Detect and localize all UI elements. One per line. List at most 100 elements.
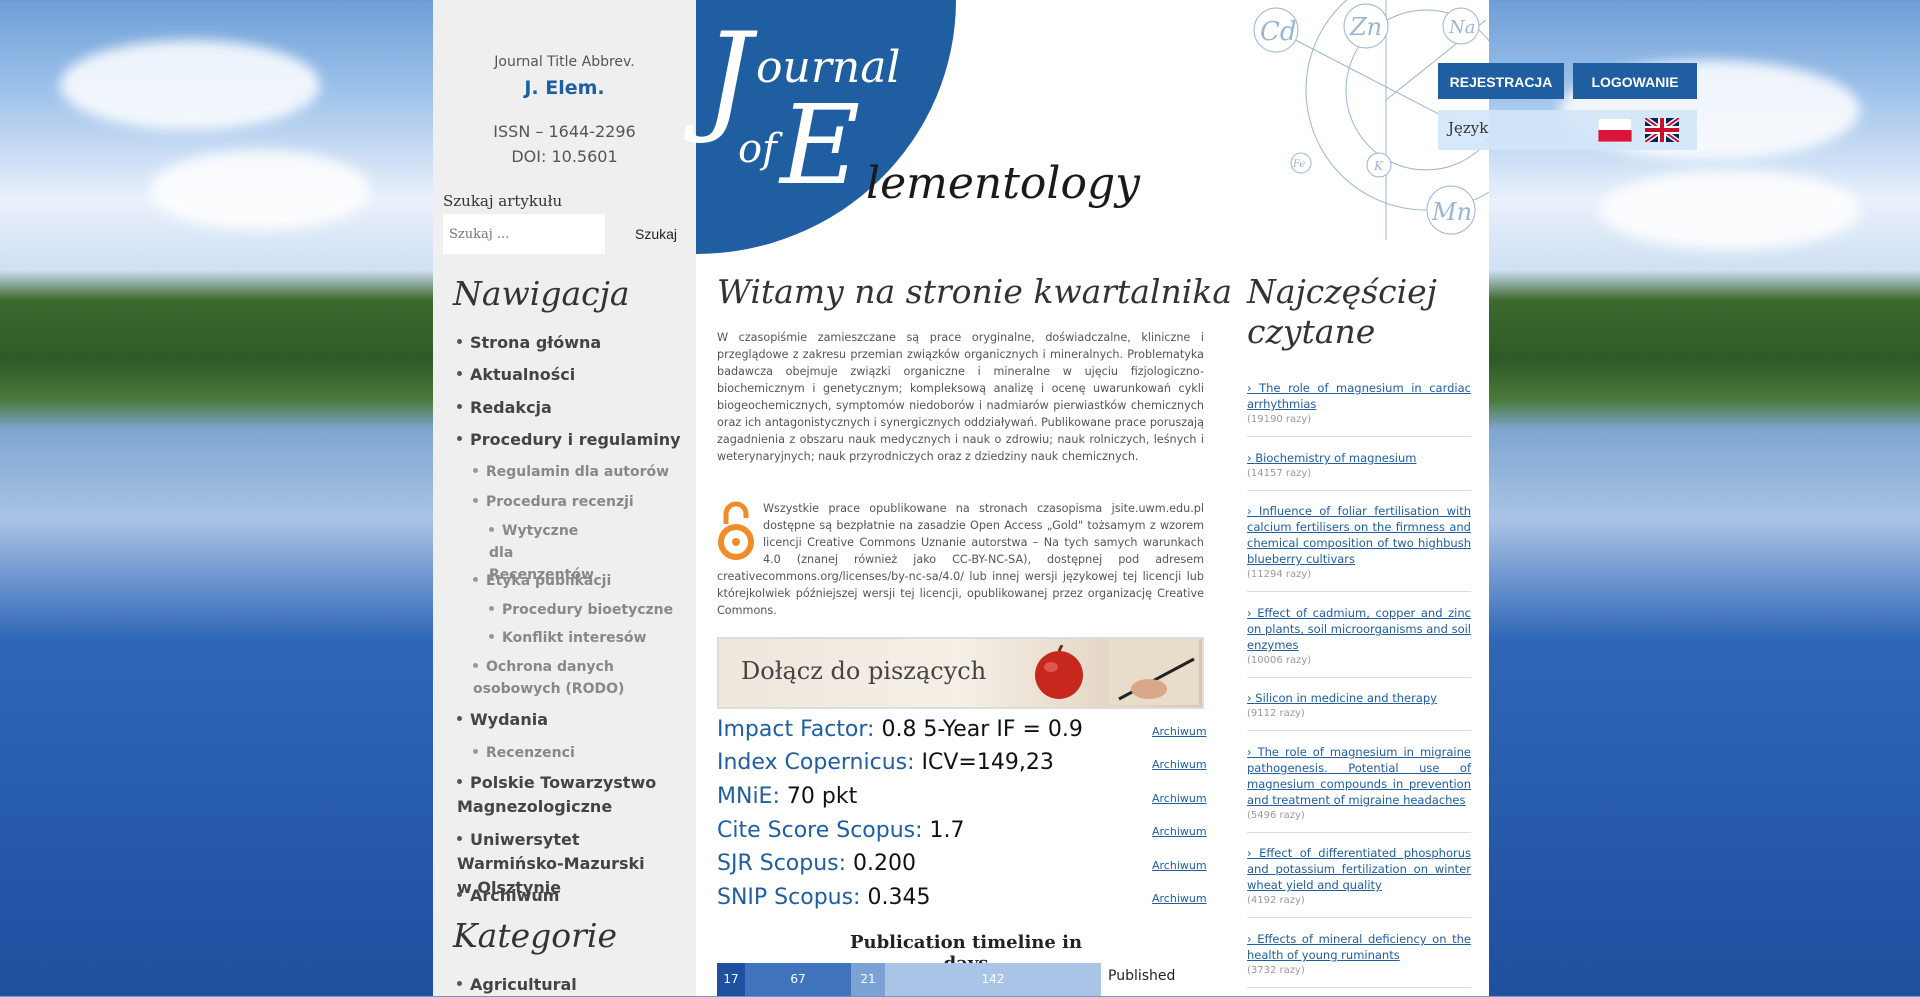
archive-link-cite-score[interactable]: Archiwum <box>1152 825 1207 838</box>
metric-value: 0.8 5-Year IF = 0.9 <box>881 717 1083 742</box>
element-label-k: K <box>1373 159 1384 173</box>
journal-abbrev-value: J. Elem. <box>524 77 605 99</box>
nav-item-archive[interactable]: Archiwum <box>457 884 559 908</box>
popular-item-count: (3732 razy) <box>1247 965 1305 976</box>
archive-link-mnie[interactable]: Archiwum <box>1152 792 1207 805</box>
element-label-mn: Mn <box>1431 198 1472 226</box>
archive-link-impact-factor[interactable]: Archiwum <box>1152 725 1207 738</box>
metric-index-copernicus: Index Copernicus: ICV=149,23 <box>717 749 1054 777</box>
open-access-icon <box>718 501 754 560</box>
nav-item-gdpr[interactable]: Ochrona danych osobowych (RODO) <box>473 656 643 700</box>
metric-label: Index Copernicus: <box>717 750 915 775</box>
nav-item-magnesium-society[interactable]: Polskie Towarzystwo Magnezologiczne <box>457 771 657 819</box>
search-input[interactable] <box>443 214 605 254</box>
popular-item: › The role of magnesium in migraine path… <box>1247 744 1471 833</box>
bullet-icon <box>457 779 462 784</box>
archive-link-index-copernicus[interactable]: Archiwum <box>1152 758 1207 771</box>
background-cloud <box>60 40 320 130</box>
metric-value: 0.200 <box>853 851 917 876</box>
nav-item-review-procedure[interactable]: Procedura recenzji <box>473 490 634 514</box>
logo-letter-e: E <box>780 81 861 209</box>
popular-item: › Silicon in medicine and therapy (9112 … <box>1247 690 1471 731</box>
logo-word-of: of <box>738 126 777 172</box>
popular-item-count: (14157 razy) <box>1247 468 1312 479</box>
language-bar: Język <box>1438 110 1697 150</box>
nav-item-author-rules[interactable]: Regulamin dla autorów <box>473 460 669 484</box>
popular-item-count: (5496 razy) <box>1247 810 1305 821</box>
register-button[interactable]: REJESTRACJA <box>1438 63 1564 99</box>
nav-item-issues[interactable]: Wydania <box>457 708 548 732</box>
popular-item: › Effect of differentiated phosphorus an… <box>1247 845 1471 918</box>
metric-value: 1.7 <box>929 818 965 843</box>
metric-value: 0.345 <box>867 885 931 910</box>
bullet-icon <box>457 892 462 897</box>
language-label: Język <box>1448 119 1489 137</box>
polish-flag-icon[interactable] <box>1598 118 1632 142</box>
bullet-icon <box>473 467 478 473</box>
popular-item-count: (9112 razy) <box>1247 708 1305 719</box>
open-access-paragraph: Wszystkie prace opublikowane na stronach… <box>717 502 1204 617</box>
bullet-icon <box>457 404 462 409</box>
bullet-icon <box>473 497 478 503</box>
metric-value: 70 pkt <box>786 784 858 809</box>
metric-impact-factor: Impact Factor: 0.8 5-Year IF = 0.9 <box>717 716 1083 744</box>
popular-item-link[interactable]: › Silicon in medicine and therapy <box>1247 690 1471 706</box>
background-cloud <box>1600 170 1860 250</box>
navigation-heading: Nawigacja <box>453 274 630 313</box>
nav-item-reviewers[interactable]: Recenzenci <box>473 741 575 765</box>
popular-item-count: (19190 razy) <box>1247 414 1312 425</box>
popular-item-link[interactable]: › Effect of differentiated phosphorus an… <box>1247 845 1471 893</box>
pen-icon <box>1109 639 1199 705</box>
main-content: J ournal of E lementology Cd Zn Na Fe K … <box>696 0 1697 996</box>
bullet-icon <box>457 371 462 376</box>
nav-item-editorial[interactable]: Redakcja <box>457 396 552 420</box>
metric-mnie: MNiE: 70 pkt <box>717 783 857 811</box>
popular-item-link[interactable]: › Biochemistry of magnesium <box>1247 450 1471 466</box>
popular-item-count: (4192 razy) <box>1247 895 1305 906</box>
open-access-text: Wszystkie prace opublikowane na stronach… <box>717 500 1204 619</box>
logo-word-lementology: lementology <box>866 158 1140 209</box>
logo-letter-j: J <box>704 8 753 147</box>
popular-item: › Effect of cadmium, copper and zinc on … <box>1247 605 1471 678</box>
bullet-icon <box>489 605 494 611</box>
search-label: Szukaj artykułu <box>443 192 563 210</box>
nav-item-publication-ethics[interactable]: Etyka publikacji <box>473 569 611 593</box>
bullet-icon <box>457 339 462 344</box>
metric-sjr: SJR Scopus: 0.200 <box>717 850 916 878</box>
bullet-icon <box>457 436 462 441</box>
timeline-segment: 67 <box>745 963 851 996</box>
category-item-agricultural[interactable]: Agricultural <box>457 973 577 997</box>
element-label-na: Na <box>1448 17 1475 38</box>
archive-link-sjr[interactable]: Archiwum <box>1152 859 1207 872</box>
popular-item: › Biochemistry of magnesium (14157 razy) <box>1247 450 1471 491</box>
nav-item-bioethics[interactable]: Procedury bioetyczne <box>489 598 673 622</box>
login-button[interactable]: LOGOWANIE <box>1573 63 1697 99</box>
popular-heading: Najczęściej czytane <box>1247 272 1437 351</box>
bullet-icon <box>489 633 494 639</box>
nav-item-conflict-of-interest[interactable]: Konflikt interesów <box>489 626 646 650</box>
popular-item-link[interactable]: › Influence of foliar fertilisation with… <box>1247 503 1471 567</box>
join-authors-banner[interactable]: Dołącz do piszących <box>717 637 1204 709</box>
popular-item-link[interactable]: › The role of magnesium in migraine path… <box>1247 744 1471 808</box>
bullet-icon <box>473 662 478 668</box>
intro-text: W czasopiśmie zamieszczane są prace oryg… <box>717 331 1204 463</box>
uk-flag-icon[interactable] <box>1645 118 1679 142</box>
nav-item-procedures[interactable]: Procedury i regulaminy <box>457 428 681 452</box>
popular-item: › The role of magnesium in cardiac arrhy… <box>1247 380 1471 437</box>
popular-item-count: (10006 razy) <box>1247 655 1312 666</box>
bullet-icon <box>473 576 478 582</box>
nav-item-news[interactable]: Aktualności <box>457 363 575 387</box>
nav-item-home[interactable]: Strona główna <box>457 331 601 355</box>
bullet-icon <box>473 748 478 754</box>
popular-item-link[interactable]: › Effect of cadmium, copper and zinc on … <box>1247 605 1471 653</box>
popular-item-link[interactable]: › Effects of mineral deficiency on the h… <box>1247 931 1471 963</box>
background-cloud <box>150 150 370 230</box>
popular-item-link[interactable]: › The role of magnesium in cardiac arrhy… <box>1247 380 1471 412</box>
metric-cite-score: Cite Score Scopus: 1.7 <box>717 817 965 845</box>
search-button[interactable]: Szukaj <box>629 225 683 243</box>
popular-item-count: (11294 razy) <box>1247 569 1312 580</box>
bullet-icon <box>489 526 494 532</box>
left-sidebar: Journal Title Abbrev. J. Elem. ISSN – 16… <box>433 0 696 996</box>
archive-link-snip[interactable]: Archiwum <box>1152 892 1207 905</box>
journal-abbrev-label: Journal Title Abbrev. <box>494 54 635 70</box>
